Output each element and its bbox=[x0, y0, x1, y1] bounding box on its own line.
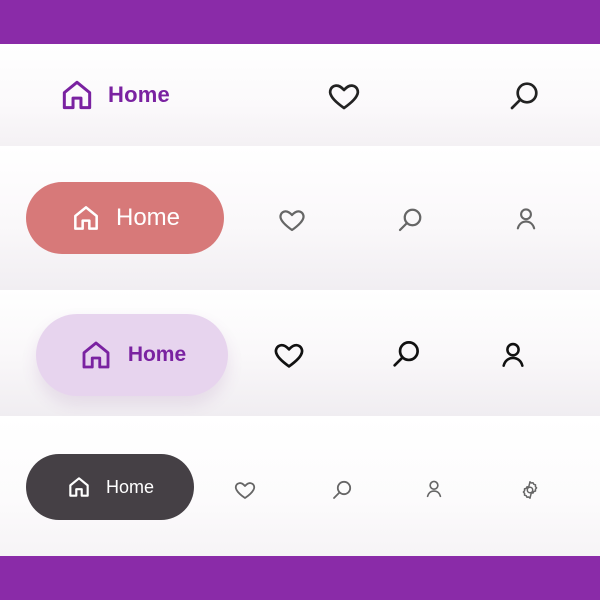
search-icon bbox=[389, 337, 423, 371]
nav4-search-item[interactable] bbox=[328, 476, 356, 504]
nav3-user-item[interactable] bbox=[494, 336, 532, 374]
nav4-user-item[interactable] bbox=[421, 476, 447, 502]
user-icon bbox=[423, 478, 445, 500]
home-icon bbox=[66, 474, 92, 500]
nav4-home-pill[interactable]: Home bbox=[26, 454, 194, 520]
nav-bar-2: Home bbox=[0, 146, 600, 290]
nav4-gear-item[interactable] bbox=[516, 476, 544, 504]
heart-icon bbox=[326, 78, 362, 114]
home-icon bbox=[70, 202, 102, 234]
nav-bar-4: Home bbox=[0, 416, 600, 556]
nav1-home-item[interactable]: Home bbox=[58, 72, 170, 118]
nav-bar-1: Home bbox=[0, 44, 600, 146]
user-icon bbox=[512, 205, 540, 233]
nav3-heart-item[interactable] bbox=[270, 336, 308, 374]
nav4-home-label: Home bbox=[105, 476, 154, 497]
nav1-search-item[interactable] bbox=[504, 76, 544, 116]
home-icon bbox=[58, 76, 96, 114]
heart-icon bbox=[272, 338, 306, 372]
canvas: Home Home Home Home bbox=[0, 0, 600, 600]
gear-icon bbox=[518, 478, 542, 502]
nav1-heart-item[interactable] bbox=[324, 76, 364, 116]
search-icon bbox=[330, 478, 354, 502]
heart-icon bbox=[233, 478, 257, 502]
heart-icon bbox=[277, 205, 307, 235]
nav3-search-item[interactable] bbox=[386, 334, 426, 374]
user-icon bbox=[497, 339, 529, 371]
nav1-home-label: Home bbox=[108, 82, 170, 107]
nav-bar-3: Home bbox=[0, 290, 600, 416]
nav3-home-label: Home bbox=[127, 343, 187, 366]
bottom-brand-bar bbox=[0, 556, 600, 600]
nav2-heart-item[interactable] bbox=[274, 202, 310, 238]
nav3-home-pill[interactable]: Home bbox=[36, 314, 228, 396]
nav2-search-item[interactable] bbox=[392, 202, 428, 238]
nav2-home-label: Home bbox=[115, 204, 181, 231]
search-icon bbox=[395, 205, 425, 235]
home-icon bbox=[78, 337, 114, 373]
nav2-home-pill[interactable]: Home bbox=[26, 182, 224, 254]
nav2-user-item[interactable] bbox=[509, 202, 543, 236]
nav4-heart-item[interactable] bbox=[231, 476, 259, 504]
top-brand-bar bbox=[0, 0, 600, 44]
search-icon bbox=[506, 78, 542, 114]
